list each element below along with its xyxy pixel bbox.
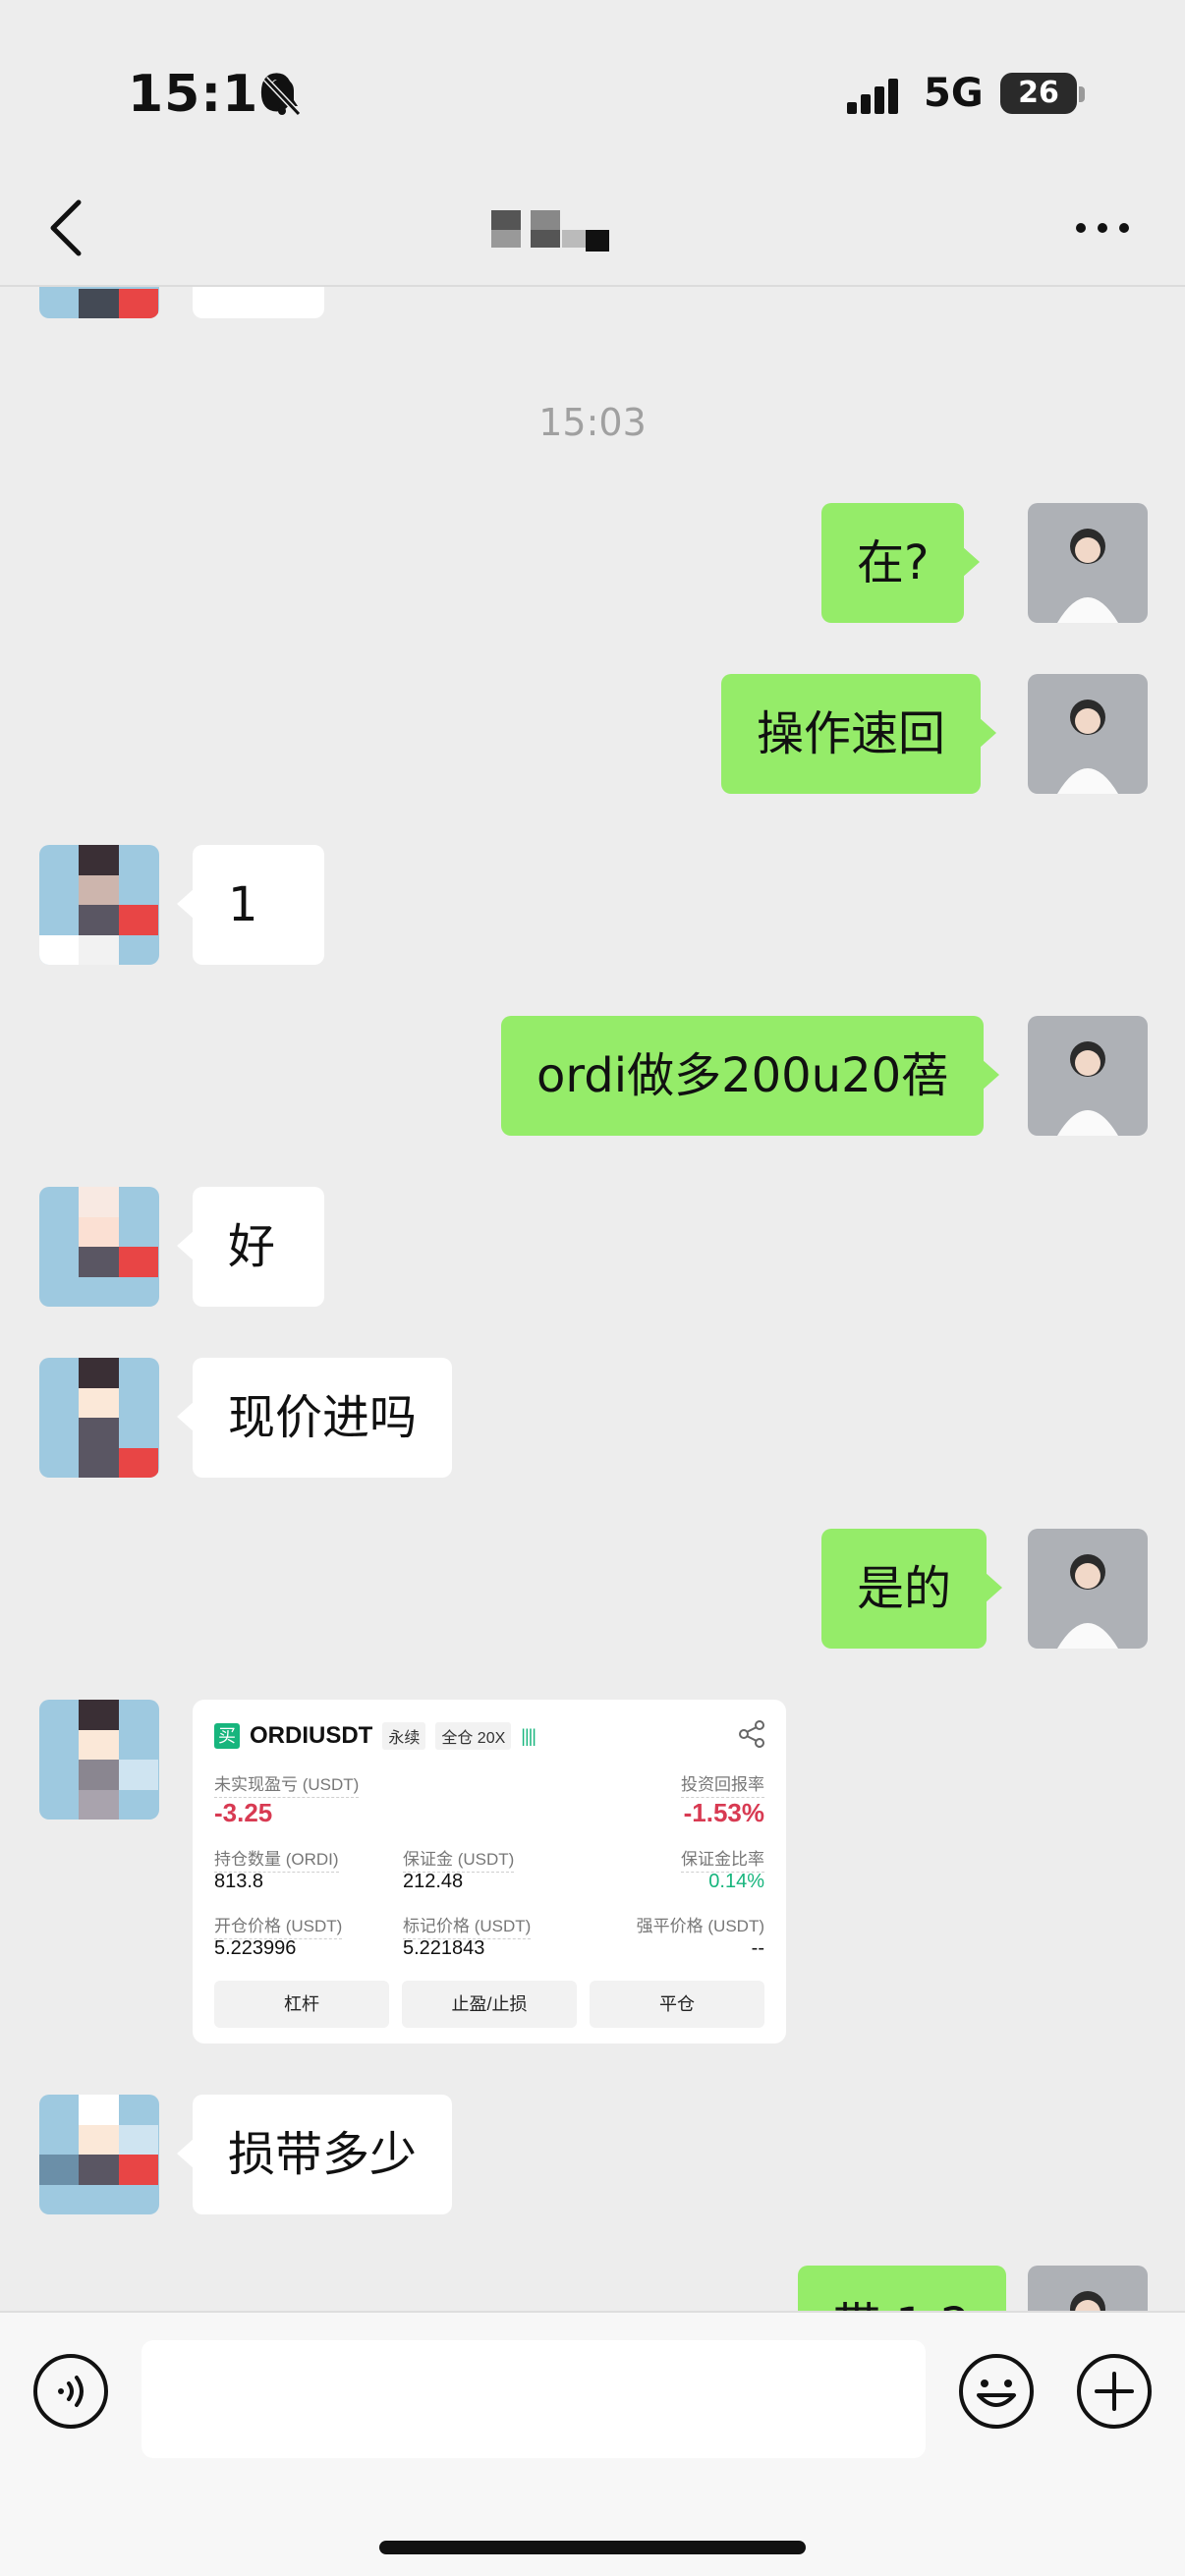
adl-bars-icon: |||| [521,1725,536,1746]
signal-icon [847,79,898,114]
home-indicator[interactable] [379,2541,806,2554]
share-icon[interactable] [737,1719,766,1749]
my-avatar[interactable] [1028,1529,1148,1649]
emoji-icon[interactable] [957,2352,1036,2431]
friend-avatar[interactable] [39,1700,159,1820]
mark-price-value: 5.221843 [403,1937,485,1959]
battery-icon: 26 [1000,73,1077,114]
close-position-button[interactable]: 平仓 [590,1981,764,2028]
position-size-label: 持仓数量 (ORDI) [214,1845,339,1873]
card-header: 买 ORDIUSDT 永续 全仓 20X |||| [214,1721,536,1751]
friend-avatar[interactable] [39,1187,159,1307]
person-avatar-icon [1057,529,1118,623]
chat-bubble-friend-partial[interactable] [193,287,324,318]
message-input[interactable] [141,2340,926,2458]
voice-icon[interactable] [31,2352,110,2431]
chat-bubble-me[interactable]: ordi做多200u20蓓 [501,1016,1000,1136]
chat-bubble-me[interactable]: 在? [821,503,982,623]
chat-bubble-friend[interactable]: 1 [177,845,324,965]
status-bar: 15:10 5G 26 [0,0,1185,177]
entry-price-label: 开仓价格 (USDT) [214,1912,343,1939]
chat-bubble-me-partial[interactable]: 带 1.2 [798,2266,1022,2311]
position-size-value: 813.8 [214,1871,264,1892]
roi-value: -1.53% [683,1798,764,1827]
more-icon[interactable] [1073,220,1132,236]
network-type: 5G [924,71,984,116]
trading-symbol: ORDIUSDT [250,1722,373,1749]
chat-bubble-friend[interactable]: 好 [177,1187,324,1307]
chat-bubble-friend[interactable]: 损带多少 [176,2095,453,2214]
battery-tip [1079,86,1085,102]
buy-tag: 买 [214,1723,240,1749]
friend-avatar[interactable] [39,2095,159,2214]
my-avatar[interactable] [1028,1016,1148,1136]
margin-label: 保证金 (USDT) [403,1845,515,1873]
mark-price-label: 标记价格 (USDT) [403,1912,532,1939]
unrealized-pnl-label: 未实现盈亏 (USDT) [214,1770,360,1798]
plus-icon[interactable] [1075,2352,1154,2431]
chat-title-pixelated [491,210,609,252]
bell-muted-icon [262,76,302,117]
chat-input-bar [0,2311,1185,2576]
chat-message-list[interactable]: 15:03 在? 操作速回 1 ordi做多200u20蓓 好 现价进吗 是的 … [0,287,1185,2311]
trade-position-card[interactable]: 买 ORDIUSDT 永续 全仓 20X |||| 未实现盈亏 (USDT) -… [193,1700,786,2044]
friend-avatar[interactable] [39,845,159,965]
leverage-button[interactable]: 杠杆 [214,1981,389,2028]
perpetual-tag: 永续 [382,1722,426,1750]
liq-price-value: -- [751,1937,764,1959]
person-avatar-icon [1057,1554,1118,1649]
tp-sl-button[interactable]: 止盈/止损 [402,1981,577,2028]
back-icon[interactable] [47,196,86,259]
person-avatar-icon [1057,1041,1118,1136]
my-avatar[interactable] [1028,503,1148,623]
chat-bubble-me[interactable]: 操作速回 [721,674,997,794]
margin-value: 212.48 [403,1871,464,1892]
margin-ratio-label: 保证金比率 [681,1845,764,1873]
friend-avatar[interactable] [39,1358,159,1478]
friend-avatar[interactable] [39,287,159,318]
person-avatar-icon [1057,700,1118,794]
roi-label: 投资回报率 [681,1770,764,1798]
chat-timestamp: 15:03 [538,401,647,444]
chat-bubble-me[interactable]: 是的 [821,1529,1003,1649]
chat-bubble-friend[interactable]: 现价进吗 [176,1358,453,1478]
margin-ratio-value: 0.14% [708,1871,764,1892]
my-avatar[interactable] [1028,2266,1148,2311]
liq-price-label: 强平价格 (USDT) [636,1917,764,1935]
margin-mode-tag: 全仓 20X [435,1722,512,1750]
person-avatar-icon [1070,2291,1105,2311]
my-avatar[interactable] [1028,674,1148,794]
entry-price-value: 5.223996 [214,1937,297,1959]
unrealized-pnl-value: -3.25 [214,1798,273,1827]
chat-nav-bar [0,177,1185,287]
